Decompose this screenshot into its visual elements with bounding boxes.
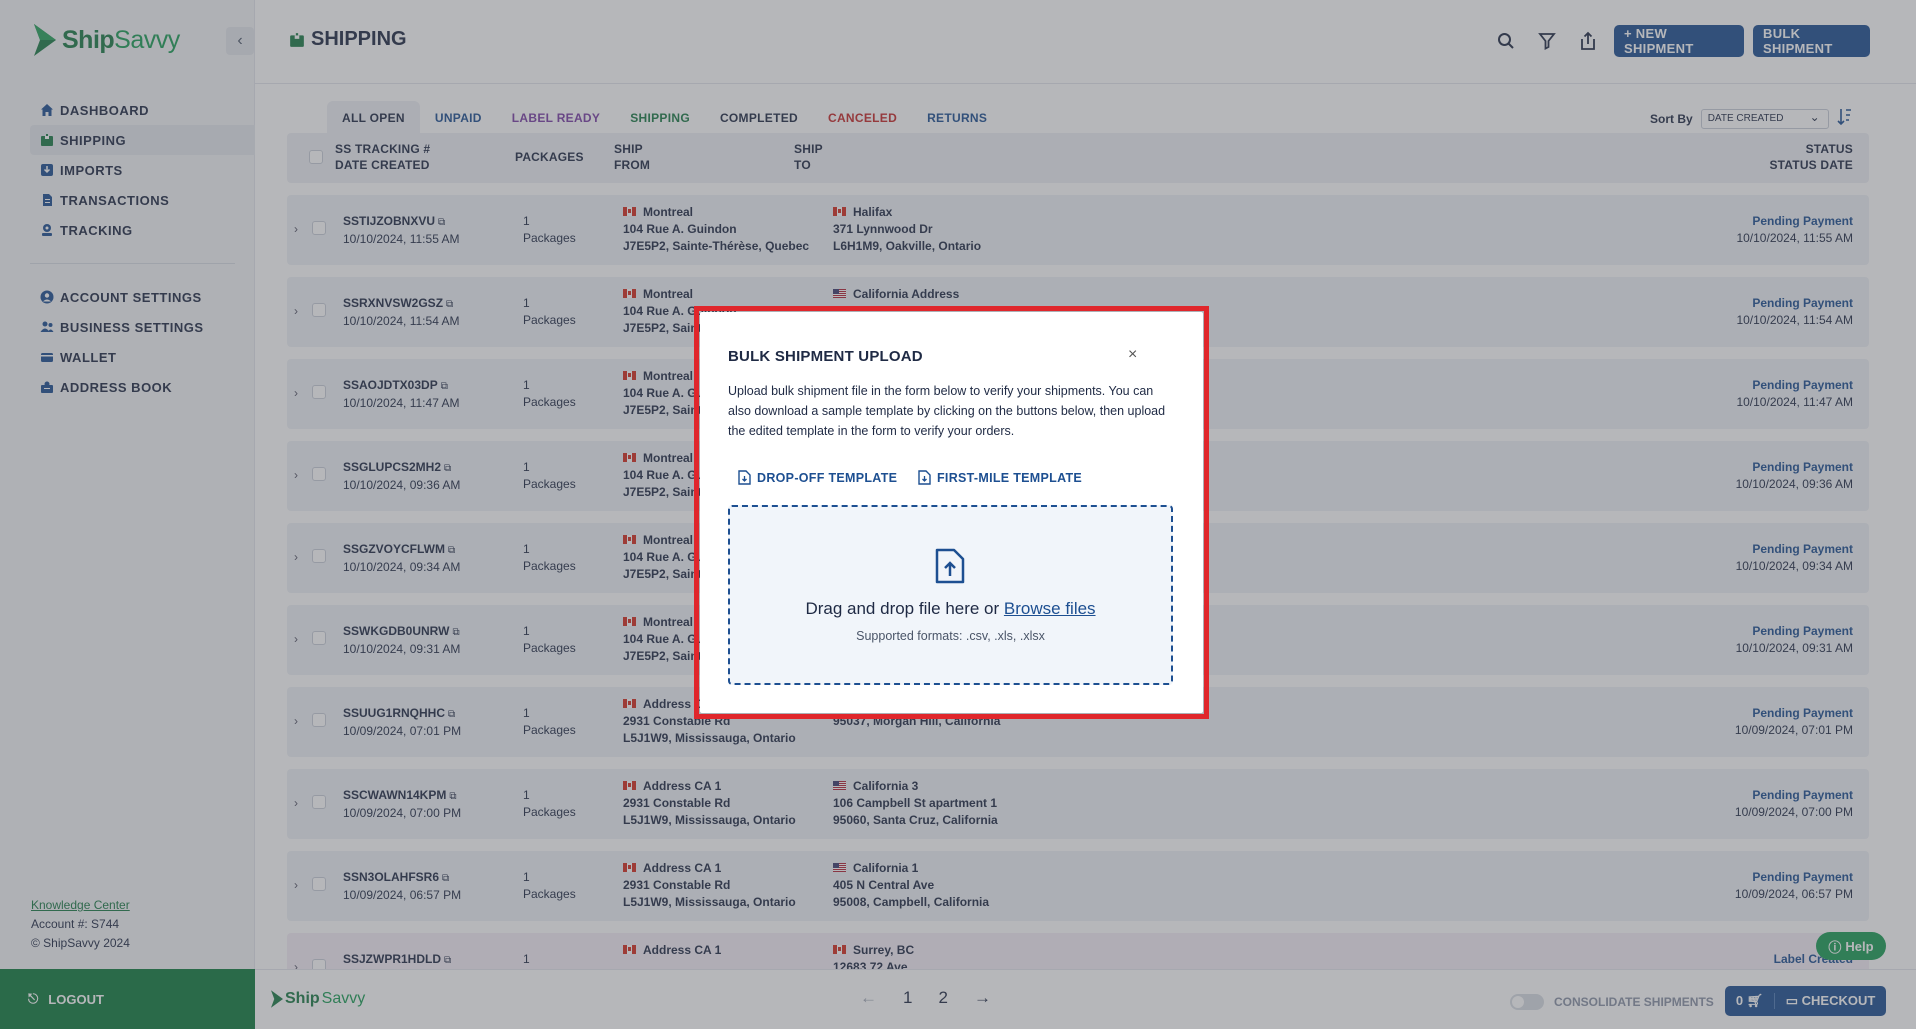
file-dropzone[interactable]: Drag and drop file here or Browse files … [728,505,1173,685]
modal-description: Upload bulk shipment file in the form be… [728,384,1166,438]
modal-title: BULK SHIPMENT UPLOAD [728,348,923,365]
upload-file-icon [935,548,965,584]
download-file-icon [738,470,751,485]
firstmile-template-button[interactable]: FIRST-MILE TEMPLATE [918,470,1082,485]
dropoff-template-label: DROP-OFF TEMPLATE [757,470,898,485]
dropoff-template-button[interactable]: DROP-OFF TEMPLATE [738,470,897,485]
dropzone-text: Drag and drop file here or Browse files [805,599,1096,618]
browse-files-link[interactable]: Browse files [1004,599,1096,618]
close-icon[interactable]: × [1128,346,1137,364]
firstmile-template-label: FIRST-MILE TEMPLATE [937,470,1083,485]
supported-formats: Supported formats: .csv, .xls, .xlsx [856,629,1045,643]
download-file-icon [918,470,931,485]
bulk-upload-modal: BULK SHIPMENT UPLOAD × Upload bulk shipm… [700,312,1203,713]
